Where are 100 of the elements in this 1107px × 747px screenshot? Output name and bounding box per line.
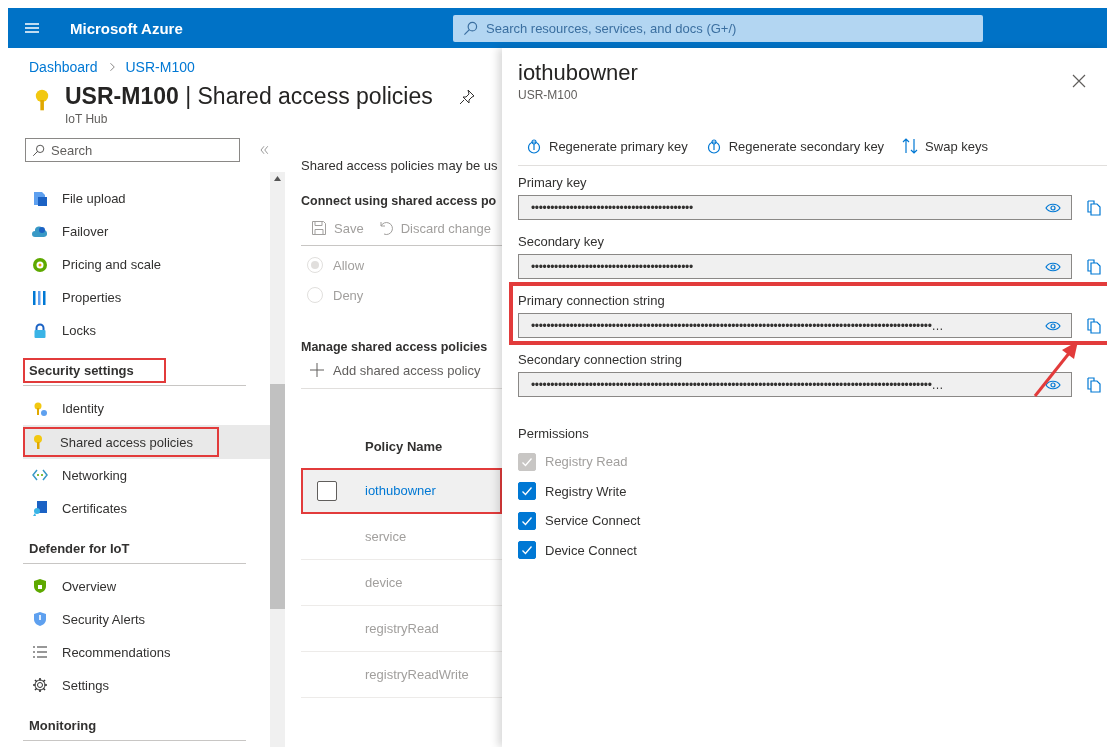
item-label: Networking <box>62 467 128 483</box>
description-text: Shared access policies may be us <box>301 158 499 173</box>
sidebar-item[interactable]: Recommendations <box>8 635 270 669</box>
item-label: Identity <box>62 401 104 417</box>
collapse-icon[interactable] <box>258 144 270 156</box>
panel-title: iothubowner <box>518 60 638 86</box>
field-label: Secondary connection string <box>518 352 684 367</box>
permission-checkbox[interactable]: Registry Write <box>518 476 1107 506</box>
list-icon <box>32 644 48 661</box>
item-label: Overview <box>62 578 117 594</box>
search-icon <box>463 20 478 36</box>
item-label: Certificates <box>62 500 128 516</box>
policy-name: registryRead <box>365 621 439 636</box>
field-label: Primary connection string <box>518 293 666 308</box>
secret-field[interactable]: ••••••••••••••••••••••••••••••••••••••••••••••••••••••••••••••••••••••••••••••••••••••••••••••••••••••••… <box>518 313 1072 338</box>
search-field[interactable]: Search <box>51 139 239 161</box>
gear-icon <box>32 677 48 694</box>
close-icon <box>1071 73 1087 89</box>
policy-name: registryReadWrite <box>365 667 469 682</box>
checkbox[interactable] <box>518 511 536 530</box>
key-circle-icon <box>526 138 542 154</box>
shield-icon <box>32 578 48 595</box>
portal-title[interactable]: Microsoft Azure <box>70 19 453 37</box>
copy-icon <box>1086 317 1102 334</box>
copy-button[interactable] <box>1086 317 1102 334</box>
column-header[interactable]: Policy Name <box>301 389 502 468</box>
item-label: Failover <box>62 224 109 240</box>
page-title: USR-M100 | Shared access policies <box>65 83 433 110</box>
item-label: Recommendations <box>62 644 171 660</box>
pin-icon <box>458 88 475 105</box>
sidebar-item[interactable]: Settings <box>8 668 270 702</box>
key-circle-icon <box>705 138 722 154</box>
permission-checkbox[interactable]: Device Connect <box>518 535 1107 565</box>
section-heading: Monitoring <box>28 717 98 735</box>
copy-button[interactable] <box>1086 258 1102 275</box>
sidebar-item[interactable]: Overview <box>8 569 270 603</box>
scroll-up-icon[interactable] <box>274 176 281 181</box>
swap-arrows-icon <box>902 138 919 154</box>
permission-checkbox[interactable]: Service Connect <box>518 506 1107 536</box>
sidebar-item[interactable]: Security Alerts <box>8 602 270 636</box>
section-heading: Defender for IoT <box>28 539 131 558</box>
sidebar-item[interactable]: Shared access policies <box>23 425 270 459</box>
search-icon <box>32 143 45 157</box>
swap-keys-button[interactable]: Swap keys <box>902 138 988 154</box>
coin-icon <box>32 256 48 273</box>
secret-field[interactable]: •••••••••••••••••••••••••••••••••••••••••• <box>518 254 1072 279</box>
cloud-icon <box>32 223 48 240</box>
policy-name: device <box>365 575 403 590</box>
double-chevron-left-icon <box>258 144 270 156</box>
regenerate-button[interactable]: Regenerate primary key <box>526 138 688 154</box>
item-label: Shared access policies <box>60 434 193 450</box>
row-checkbox[interactable] <box>317 480 337 501</box>
section-heading: Manage shared access policies <box>301 340 488 354</box>
secret-field[interactable]: ••••••••••••••••••••••••••••••••••••••••••••••••••••••••••••••••••••••••••••••••••••••••••••••••••••••••… <box>518 372 1072 397</box>
section-heading: Permissions <box>518 426 590 441</box>
menu-icon <box>24 20 40 36</box>
item-label: Locks <box>62 323 96 339</box>
table-row[interactable]: iothubowner <box>301 468 502 514</box>
scrollbar[interactable] <box>270 172 285 747</box>
checkbox[interactable] <box>518 541 536 560</box>
copy-button[interactable] <box>1086 199 1102 216</box>
add-policy-button[interactable]: Add shared access policy <box>301 354 502 389</box>
section-heading: Security settings <box>23 358 166 384</box>
breadcrumb-link[interactable]: USR-M100 <box>125 59 195 75</box>
item-label: Security Alerts <box>62 611 146 627</box>
sidebar-item[interactable]: Pricing and scale <box>8 248 270 282</box>
copy-icon <box>1086 258 1102 275</box>
field-label: Secondary key <box>518 234 605 249</box>
item-label: Properties <box>62 290 122 306</box>
section-heading: Connect using shared access po <box>301 194 498 208</box>
regenerate-button[interactable]: Regenerate secondary key <box>705 138 885 154</box>
item-label: Settings <box>62 677 109 693</box>
panel-subtitle: USR-M100 <box>518 88 579 102</box>
sidebar-item[interactable]: Identity <box>8 392 270 426</box>
shield-icon <box>32 611 48 628</box>
sidebar-item[interactable]: Failover <box>8 215 270 249</box>
bars-icon <box>32 289 48 306</box>
sidebar-item[interactable]: Certificates <box>8 491 270 525</box>
sidebar-item[interactable]: File upload <box>8 182 270 216</box>
field-label: Primary key <box>518 175 588 190</box>
undo-icon <box>377 220 394 236</box>
resource-type: IoT Hub <box>65 112 109 126</box>
sidebar-item[interactable]: Properties <box>8 281 270 315</box>
policy-name[interactable]: iothubowner <box>365 483 436 498</box>
sidebar-search-box[interactable]: Search <box>25 138 240 162</box>
item-label: Pricing and scale <box>62 257 161 273</box>
item-label: File upload <box>62 191 126 207</box>
plus-icon <box>309 362 325 378</box>
sidebar-item[interactable]: Networking <box>8 458 270 492</box>
checkbox[interactable] <box>518 482 536 501</box>
copy-icon <box>1086 376 1102 393</box>
certificate-icon <box>32 500 48 517</box>
key-icon <box>32 400 48 417</box>
secret-field[interactable]: •••••••••••••••••••••••••••••••••••••••••• <box>518 195 1072 220</box>
sidebar-item[interactable]: Locks <box>8 314 270 348</box>
lock-icon <box>32 322 48 339</box>
document-icon <box>32 190 48 207</box>
policy-name: service <box>365 529 407 544</box>
copy-button[interactable] <box>1086 376 1102 393</box>
breadcrumb-link[interactable]: Dashboard <box>29 59 98 75</box>
